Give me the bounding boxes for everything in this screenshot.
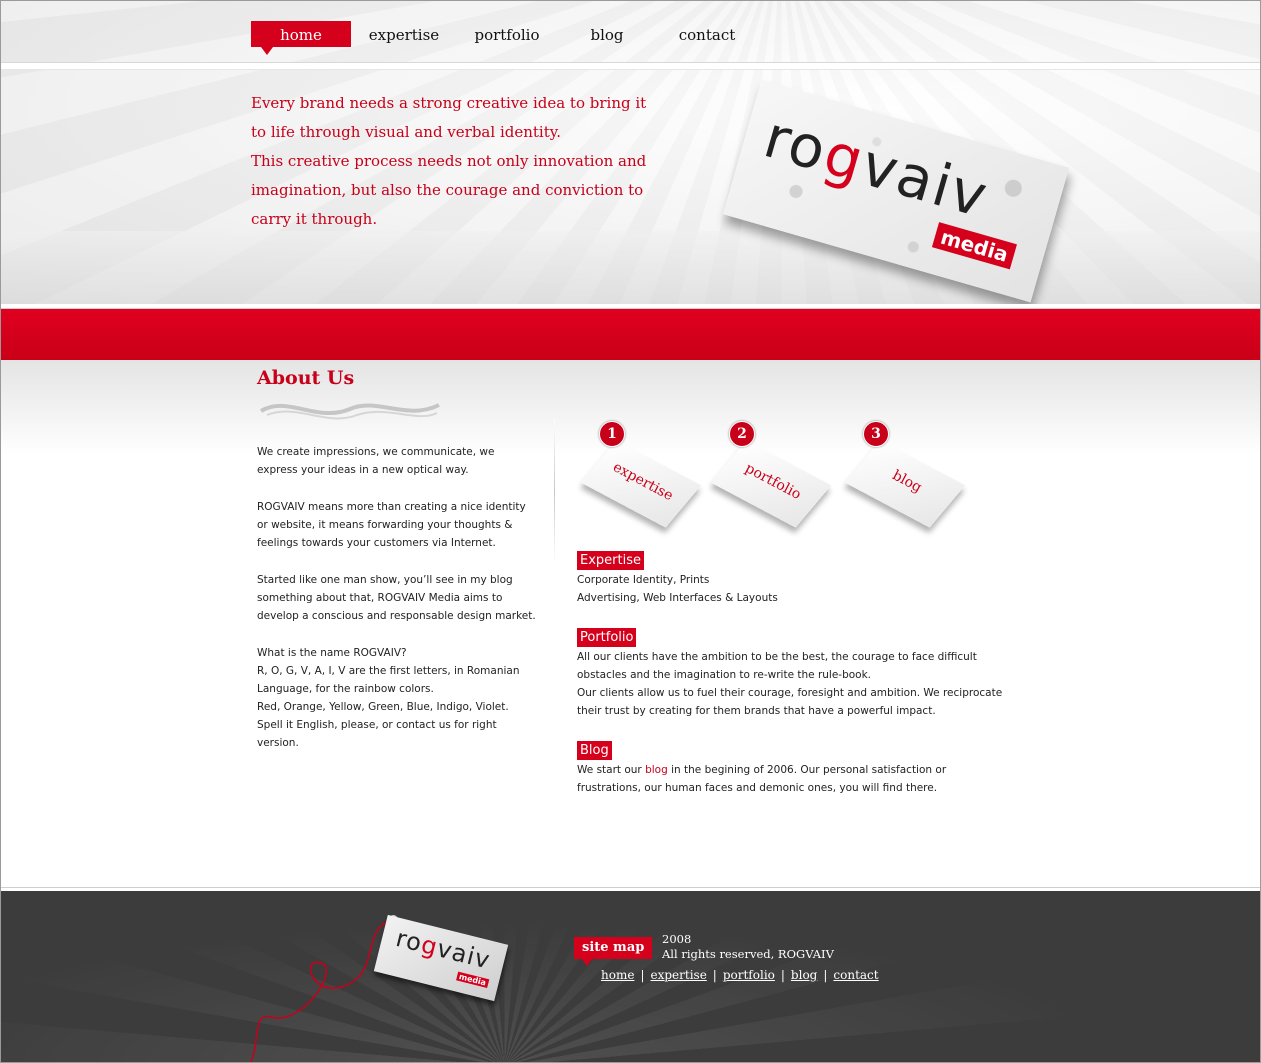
blog-text-pre: We start our (577, 764, 646, 776)
step-number-badge: 3 (863, 421, 889, 447)
red-band (1, 309, 1260, 360)
step-tag-label: blog (889, 467, 925, 496)
ornament-swirl-icon (259, 403, 440, 420)
expertise-text: Corporate Identity, Prints Advertising, … (577, 571, 1012, 607)
about-line: R, O, G, V, A, I, V are the first letter… (257, 665, 520, 695)
link-separator: | (640, 968, 645, 982)
copyright-text: All rights reserved, ROGVAIV (662, 947, 834, 961)
step-blog[interactable]: 3 blog (844, 419, 989, 529)
blog-link[interactable]: blog (645, 764, 668, 776)
step-number-badge: 1 (599, 421, 625, 447)
about-line: Red, Orange, Yellow, Green, Blue, Indigo… (257, 701, 509, 713)
column-divider (554, 419, 555, 564)
hero-line-2: This creative process needs not only inn… (251, 152, 647, 228)
footer-link-contact[interactable]: contact (833, 968, 878, 982)
blog-line: We start our blog in the begining of 200… (577, 761, 1012, 797)
expertise-line: Corporate Identity, Prints (577, 574, 710, 586)
copyright-year: 2008 (662, 932, 692, 946)
hero-line-1: Every brand needs a strong creative idea… (251, 94, 647, 141)
nav-divider (1, 62, 1260, 70)
step-tag-label: portfolio (742, 460, 804, 503)
expertise-line: Advertising, Web Interfaces & Layouts (577, 592, 778, 604)
nav-home[interactable]: home (251, 21, 351, 55)
about-line: Spell it English, please, or contact us … (257, 719, 497, 749)
blog-heading: Blog (577, 741, 612, 760)
link-separator: | (780, 968, 785, 982)
footer-links: home | expertise | portfolio | blog | contact (601, 968, 879, 982)
expertise-heading: Expertise (577, 551, 644, 570)
step-tag[interactable]: blog (844, 440, 966, 528)
nav-blog[interactable]: blog (581, 21, 633, 47)
footer-link-portfolio[interactable]: portfolio (723, 968, 775, 982)
footer-link-blog[interactable]: blog (791, 968, 817, 982)
nav-expertise[interactable]: expertise (359, 21, 449, 47)
step-tag[interactable]: portfolio (710, 440, 832, 528)
step-portfolio[interactable]: 2 portfolio (710, 419, 855, 529)
hero-tagline: Every brand needs a strong creative idea… (251, 89, 651, 234)
blog-text: We start our blog in the begining of 200… (577, 761, 1012, 797)
about-paragraph: Started like one man show, you’ll see in… (257, 574, 536, 622)
footer-link-expertise[interactable]: expertise (650, 968, 706, 982)
portfolio-heading: Portfolio (577, 628, 637, 647)
nav-portfolio[interactable]: portfolio (465, 21, 549, 47)
step-number-badge: 2 (729, 421, 755, 447)
footer-logo-part: vaiv (434, 934, 494, 975)
header-shade (1, 231, 1260, 306)
portfolio-text: All our clients have the ambition to be … (577, 648, 1012, 720)
step-expertise[interactable]: 1 expertise (580, 419, 725, 529)
link-separator: | (712, 968, 717, 982)
step-tag-label: expertise (610, 459, 676, 505)
about-line: What is the name ROGVAIV? (257, 647, 407, 659)
page: home expertise portfolio blog contact Ev… (0, 0, 1261, 1063)
sitemap-label: site map (574, 937, 653, 966)
step-tag[interactable]: expertise (580, 440, 702, 528)
portfolio-line: All our clients have the ambition to be … (577, 651, 977, 681)
footer-link-home[interactable]: home (601, 968, 634, 982)
link-separator: | (823, 968, 828, 982)
nav-contact[interactable]: contact (675, 21, 739, 47)
about-paragraph: ROGVAIV means more than creating a nice … (257, 501, 526, 549)
about-title: About Us (257, 367, 355, 389)
portfolio-line: Our clients allow us to fuel their coura… (577, 687, 1003, 717)
about-body: We create impressions, we communicate, w… (257, 443, 537, 752)
about-paragraph: We create impressions, we communicate, w… (257, 446, 495, 476)
hanging-string-icon (249, 920, 392, 1062)
